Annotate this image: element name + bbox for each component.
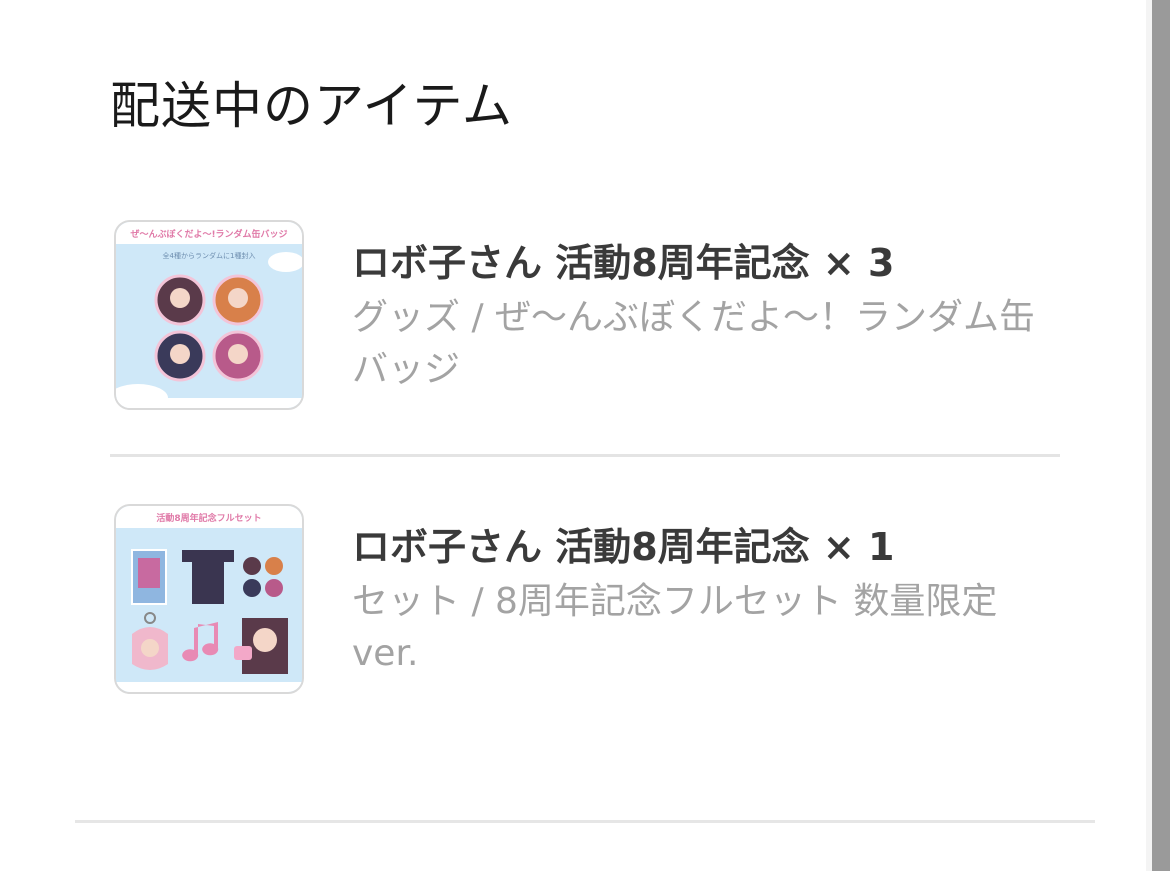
badge-set-image: ぜ〜んぶぼくだよ〜!ランダム缶バッジ 全4種からランダムに1種封入 [116,222,302,408]
divider [110,454,1060,457]
item-subtitle: グッズ / ぜ〜んぶぼくだよ〜！ランダム缶バッジ [352,297,1036,390]
list-item[interactable]: 活動8周年記念フルセット ロボ子さん 活動8周年記念 × 1 セット / 8周年… [114,504,1064,694]
list-item[interactable]: ぜ〜んぶぼくだよ〜!ランダム缶バッジ 全4種からランダムに1種封入 ロボ子さん … [114,220,1064,410]
thumb-note: 全4種からランダムに1種封入 [163,251,256,260]
section-title: 配送中のアイテム [110,77,513,135]
item-thumbnail[interactable]: ぜ〜んぶぼくだよ〜!ランダム缶バッジ 全4種からランダムに1種封入 [114,220,304,410]
item-thumbnail[interactable]: 活動8周年記念フルセット [114,504,304,694]
scrollbar[interactable] [1146,0,1170,871]
thumb-caption: ぜ〜んぶぼくだよ〜!ランダム缶バッジ [130,228,287,240]
item-title[interactable]: ロボ子さん 活動8周年記念 × 3 [352,236,1062,290]
thumb-caption: 活動8周年記念フルセット [156,512,261,524]
divider [75,820,1095,823]
item-subtitle: セット / 8周年記念フルセット 数量限定ver. [352,581,998,674]
item-title[interactable]: ロボ子さん 活動8周年記念 × 1 [352,520,1062,574]
fullset-image: 活動8周年記念フルセット [116,506,302,692]
